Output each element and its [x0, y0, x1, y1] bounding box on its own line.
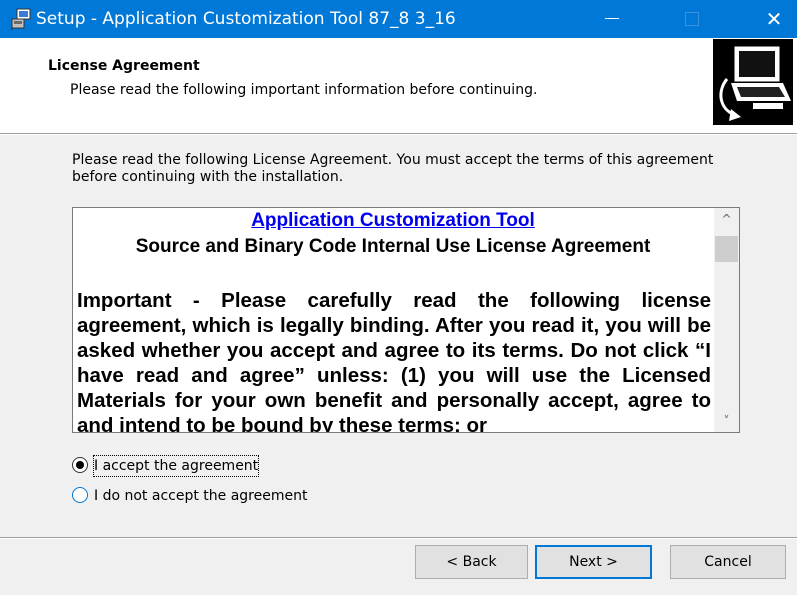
accept-radio-label[interactable]: I accept the agreement: [92, 455, 260, 477]
maximize-icon: [685, 12, 699, 26]
header-divider-highlight: [0, 134, 797, 135]
scroll-down-arrow-icon[interactable]: ˅: [714, 410, 739, 432]
scroll-thumb[interactable]: [715, 236, 738, 262]
decline-radio-label[interactable]: I do not accept the agreement: [94, 486, 307, 506]
title-bar: Setup - Application Customization Tool 8…: [0, 0, 797, 38]
minimize-button[interactable]: [589, 0, 635, 38]
computer-install-icon: [713, 39, 793, 125]
window-title: Setup - Application Customization Tool 8…: [36, 9, 456, 29]
page-title: License Agreement: [48, 58, 200, 74]
decline-radio-button[interactable]: [72, 487, 88, 503]
intro-text: Please read the following License Agreem…: [72, 152, 714, 185]
close-button[interactable]: ✕: [751, 0, 797, 38]
wizard-header: License Agreement Please read the follow…: [0, 38, 797, 133]
minimize-icon: [605, 18, 619, 19]
license-text-box[interactable]: Application Customization Tool Source an…: [72, 207, 740, 433]
close-icon: ✕: [765, 7, 783, 31]
license-subheading: Source and Binary Code Internal Use Lice…: [135, 236, 651, 257]
license-heading-link[interactable]: Application Customization Tool: [73, 210, 713, 232]
maximize-button: [676, 0, 722, 38]
license-scrollbar[interactable]: ^ ˅: [714, 208, 739, 432]
footer-divider-highlight: [0, 538, 797, 539]
back-button[interactable]: < Back: [415, 545, 528, 579]
scroll-up-arrow-icon[interactable]: ^: [714, 208, 739, 230]
page-subtitle: Please read the following important info…: [70, 82, 538, 98]
next-button[interactable]: Next >: [535, 545, 652, 579]
cancel-button[interactable]: Cancel: [670, 545, 786, 579]
license-body-text: Important - Please carefully read the fo…: [77, 289, 711, 433]
accept-radio-button[interactable]: [72, 457, 88, 473]
setup-app-icon: [10, 8, 31, 30]
